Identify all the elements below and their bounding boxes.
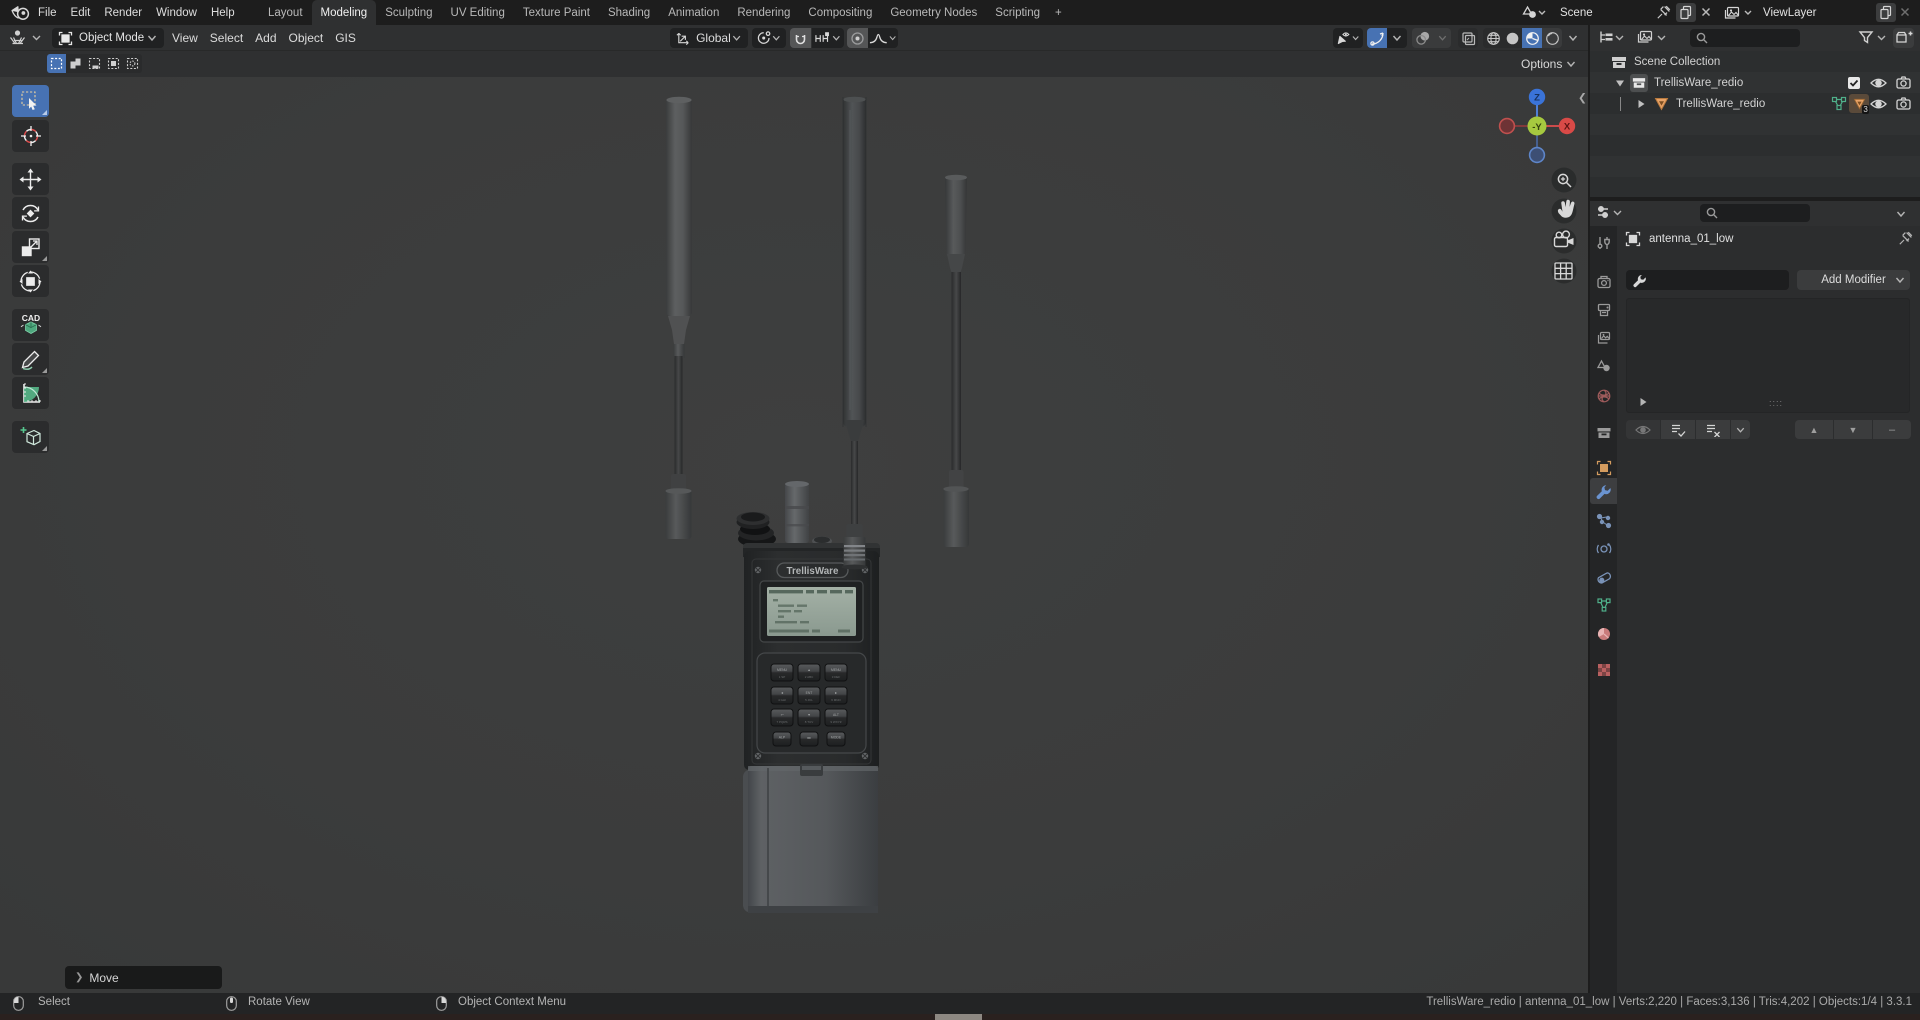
svg-text:6 MNO: 6 MNO [831, 698, 841, 702]
svg-text:5 JKL: 5 JKL [805, 698, 813, 702]
svg-text:8 TUV: 8 TUV [805, 720, 813, 724]
svg-text:4 GHI: 4 GHI [778, 698, 786, 702]
svg-text:-Y: -Y [1532, 122, 1542, 133]
svg-text:MENU: MENU [831, 668, 842, 672]
svg-text:7 PQRS: 7 PQRS [776, 720, 787, 724]
svg-text:X: X [1564, 122, 1571, 133]
svg-text:MENU: MENU [777, 668, 788, 672]
svg-text:2 ABC: 2 ABC [805, 675, 814, 679]
svg-text:ALT: ALT [833, 713, 839, 717]
svg-text:▲: ▲ [807, 668, 810, 672]
svg-text:1 SP: 1 SP [779, 675, 786, 679]
svg-text:ALP: ALP [779, 736, 786, 740]
svg-text:9 WXYZ: 9 WXYZ [830, 720, 841, 724]
svg-text:▼: ▼ [807, 713, 810, 717]
svg-text:CAD: CAD [21, 313, 39, 323]
svg-text:Z: Z [1534, 93, 1540, 104]
svg-text:◄: ◄ [780, 691, 783, 695]
svg-text:3 DEF: 3 DEF [832, 675, 841, 679]
svg-text:MODE: MODE [831, 736, 842, 740]
svg-text:►: ► [834, 691, 837, 695]
svg-text:ENT: ENT [806, 691, 813, 695]
svg-text:↩: ↩ [781, 713, 784, 717]
